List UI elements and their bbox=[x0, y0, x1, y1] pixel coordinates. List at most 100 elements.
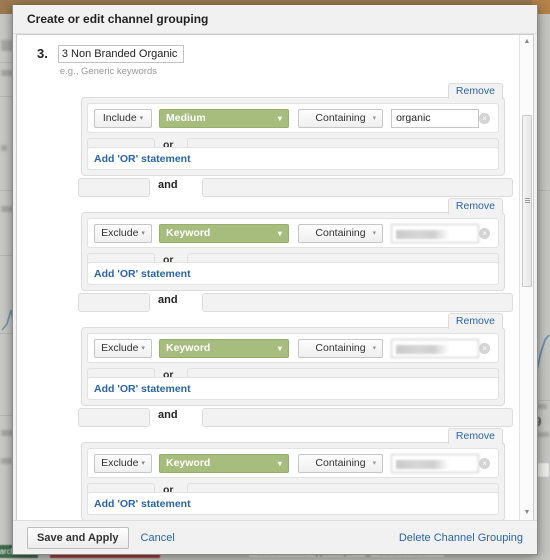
rule-condition-row: Exclude ▾ Keyword ▾ Containing ▾ bbox=[87, 333, 499, 363]
match-type-select[interactable]: Containing ▾ bbox=[298, 339, 383, 358]
conjunction-slot-right bbox=[202, 293, 513, 312]
conjunction-row: and bbox=[78, 176, 513, 198]
add-or-row: Add 'OR' statement bbox=[87, 262, 499, 285]
dimension-select[interactable]: Keyword ▾ bbox=[159, 339, 289, 358]
add-or-row: Add 'OR' statement bbox=[87, 147, 499, 170]
rule-condition-row: Include ▾ Medium ▾ Containing ▾ bbox=[87, 103, 499, 133]
clear-icon[interactable]: × bbox=[479, 228, 490, 239]
conjunction-slot-right bbox=[202, 178, 513, 197]
conjunction-label: and bbox=[158, 294, 178, 306]
match-type-select[interactable]: Containing ▾ bbox=[298, 224, 383, 243]
dialog-scrollbar[interactable]: ▲ ▼ bbox=[519, 35, 533, 520]
match-type-label: Containing bbox=[315, 227, 365, 239]
dimension-label: Keyword bbox=[166, 227, 210, 239]
delete-channel-grouping-link[interactable]: Delete Channel Grouping bbox=[399, 532, 523, 544]
dimension-label: Medium bbox=[166, 112, 206, 124]
chevron-down-icon: ▾ bbox=[141, 229, 145, 237]
scroll-down-icon[interactable]: ▼ bbox=[520, 506, 534, 520]
remove-tab-row: Remove bbox=[23, 198, 505, 212]
rule-block: Exclude ▾ Keyword ▾ Containing ▾ bbox=[81, 212, 505, 291]
scroll-up-icon[interactable]: ▲ bbox=[520, 35, 534, 49]
rule-block: Include ▾ Medium ▾ Containing ▾ bbox=[81, 97, 505, 176]
remove-rule-button[interactable]: Remove bbox=[448, 83, 503, 99]
scrollbar-thumb[interactable] bbox=[522, 115, 532, 287]
dimension-label: Keyword bbox=[166, 457, 210, 469]
conjunction-slot-right bbox=[202, 408, 513, 427]
include-exclude-select[interactable]: Exclude ▾ bbox=[94, 339, 152, 358]
clear-icon[interactable]: × bbox=[479, 343, 490, 354]
chevron-down-icon: ▾ bbox=[141, 459, 145, 467]
rule-group: and Remove Exclude ▾ Keyw bbox=[23, 406, 513, 520]
rule-group: and Remove Exclude ▾ Keyw bbox=[23, 176, 513, 291]
group-number: 3. bbox=[37, 45, 48, 63]
chevron-down-icon: ▾ bbox=[278, 229, 282, 238]
chevron-down-icon: ▾ bbox=[373, 344, 377, 352]
dimension-select[interactable]: Medium ▾ bbox=[159, 109, 289, 128]
match-type-label: Containing bbox=[315, 112, 365, 124]
dialog-body: 3. e.g., Generic keywords Remove Inclu bbox=[16, 34, 534, 520]
add-or-row: Add 'OR' statement bbox=[87, 377, 499, 400]
background-blur-text bbox=[1, 458, 12, 464]
rule-block: Exclude ▾ Keyword ▾ Containing ▾ bbox=[81, 442, 505, 520]
remove-tab-row: Remove bbox=[23, 428, 505, 442]
rule-value-input[interactable] bbox=[391, 339, 479, 358]
remove-tab-row: Remove bbox=[23, 83, 505, 97]
conjunction-slot-left bbox=[78, 408, 150, 427]
dialog-title: Create or edit channel grouping bbox=[13, 5, 537, 34]
add-or-statement-link[interactable]: Add 'OR' statement bbox=[94, 383, 191, 395]
rule-block: Exclude ▾ Keyword ▾ Containing ▾ bbox=[81, 327, 505, 406]
conjunction-label: and bbox=[158, 409, 178, 421]
rules-list: Remove Include ▾ Medium ▾ bbox=[23, 83, 513, 520]
include-exclude-select[interactable]: Exclude ▾ bbox=[94, 224, 152, 243]
rule-value-input[interactable] bbox=[391, 109, 479, 128]
conjunction-label: and bbox=[158, 179, 178, 191]
chevron-down-icon: ▾ bbox=[278, 114, 282, 123]
add-or-statement-link[interactable]: Add 'OR' statement bbox=[94, 268, 191, 280]
conjunction-slot-left bbox=[78, 178, 150, 197]
conjunction-row: and bbox=[78, 291, 513, 313]
group-header: 3. e.g., Generic keywords bbox=[23, 41, 513, 77]
add-or-statement-link[interactable]: Add 'OR' statement bbox=[94, 498, 191, 510]
dialog-footer: Save and Apply Cancel Delete Channel Gro… bbox=[13, 520, 537, 554]
chevron-down-icon: ▾ bbox=[373, 459, 377, 467]
match-type-label: Containing bbox=[315, 342, 365, 354]
rule-condition-row: Exclude ▾ Keyword ▾ Containing ▾ bbox=[87, 218, 499, 248]
include-exclude-label: Exclude bbox=[101, 227, 138, 239]
chevron-down-icon: ▾ bbox=[373, 229, 377, 237]
channel-grouping-dialog: Create or edit channel grouping 3. e.g.,… bbox=[12, 5, 538, 555]
cancel-link[interactable]: Cancel bbox=[141, 532, 175, 544]
add-or-statement-link[interactable]: Add 'OR' statement bbox=[94, 153, 191, 165]
match-type-select[interactable]: Containing ▾ bbox=[298, 454, 383, 473]
dimension-select[interactable]: Keyword ▾ bbox=[159, 224, 289, 243]
conjunction-slot-left bbox=[78, 293, 150, 312]
chevron-down-icon: ▾ bbox=[278, 459, 282, 468]
include-exclude-label: Exclude bbox=[101, 342, 138, 354]
rule-group: and Remove Exclude ▾ Keyw bbox=[23, 291, 513, 406]
match-type-select[interactable]: Containing ▾ bbox=[298, 109, 383, 128]
rule-condition-row: Exclude ▾ Keyword ▾ Containing ▾ bbox=[87, 448, 499, 478]
group-name-hint: e.g., Generic keywords bbox=[60, 66, 184, 77]
chevron-down-icon: ▾ bbox=[140, 114, 144, 122]
rule-value-input[interactable] bbox=[391, 454, 479, 473]
include-exclude-select[interactable]: Exclude ▾ bbox=[94, 454, 152, 473]
chevron-down-icon: ▾ bbox=[373, 114, 377, 122]
match-type-label: Containing bbox=[315, 457, 365, 469]
dialog-scroll-content: 3. e.g., Generic keywords Remove Inclu bbox=[17, 35, 519, 520]
clear-icon[interactable]: × bbox=[479, 113, 490, 124]
background-blur-text bbox=[1, 145, 7, 151]
save-and-apply-button[interactable]: Save and Apply bbox=[27, 527, 129, 549]
chevron-down-icon: ▾ bbox=[141, 344, 145, 352]
include-exclude-select[interactable]: Include ▾ bbox=[94, 109, 152, 128]
clear-icon[interactable]: × bbox=[479, 458, 490, 469]
dimension-select[interactable]: Keyword ▾ bbox=[159, 454, 289, 473]
group-name-input[interactable] bbox=[58, 45, 184, 63]
include-exclude-label: Exclude bbox=[101, 457, 138, 469]
remove-rule-button[interactable]: Remove bbox=[448, 313, 503, 329]
remove-rule-button[interactable]: Remove bbox=[448, 198, 503, 214]
conjunction-row: and bbox=[78, 406, 513, 428]
remove-tab-row: Remove bbox=[23, 313, 505, 327]
rule-value-input[interactable] bbox=[391, 224, 479, 243]
remove-rule-button[interactable]: Remove bbox=[448, 428, 503, 444]
chevron-down-icon: ▾ bbox=[278, 344, 282, 353]
include-exclude-label: Include bbox=[103, 112, 137, 124]
